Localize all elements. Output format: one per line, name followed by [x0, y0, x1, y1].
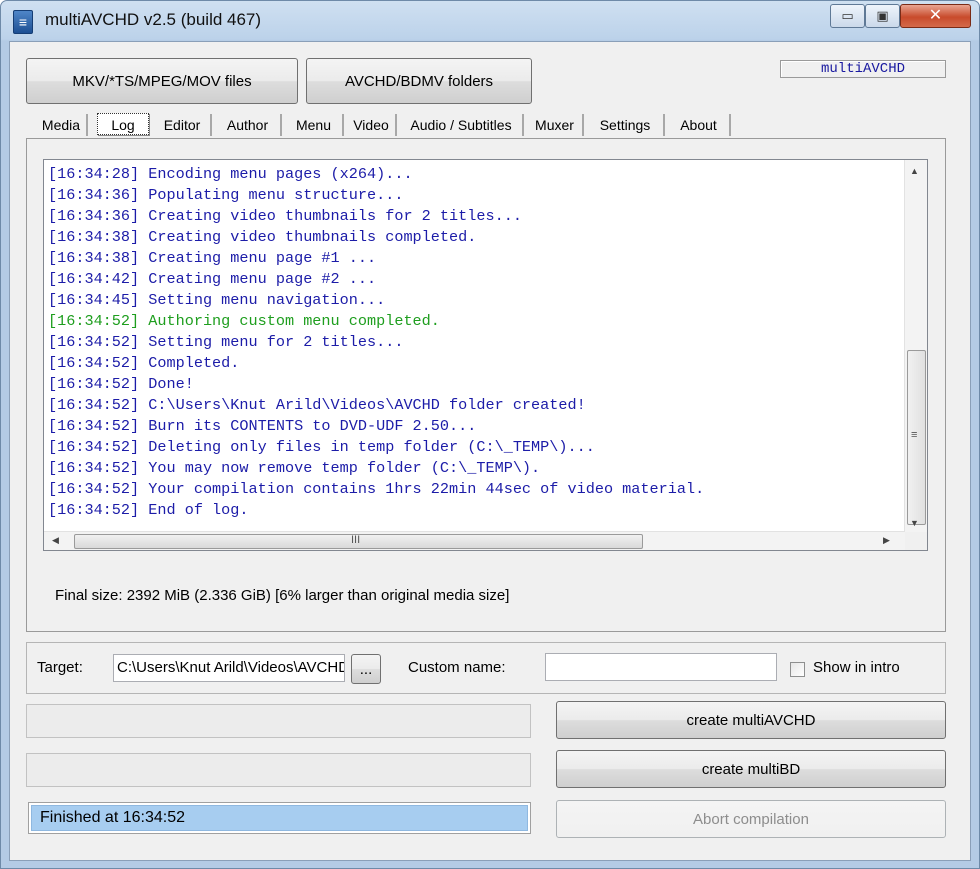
show-in-intro-label: Show in intro [813, 659, 900, 676]
final-size-label: Final size: 2392 MiB (2.336 GiB) [6% lar… [55, 587, 510, 604]
tab-muxer[interactable]: Muxer [527, 114, 584, 136]
log-line: [16:34:38] Creating menu page #1 ... [48, 249, 377, 267]
status-text: Finished at 16:34:52 [31, 805, 528, 831]
horizontal-scroll-thumb[interactable]: III [74, 534, 643, 549]
main-panel: MKV/*TS/MPEG/MOV files AVCHD/BDMV folder… [9, 41, 971, 861]
minimize-button[interactable]: ▭ [830, 4, 865, 28]
log-line: [16:34:52] You may now remove temp folde… [48, 459, 541, 477]
log-line: [16:34:52] Authoring custom menu complet… [48, 312, 440, 330]
tab-about[interactable]: About [668, 114, 731, 136]
log-line: [16:34:42] Creating menu page #2 ... [48, 270, 377, 288]
target-label: Target: [37, 659, 83, 676]
log-line: [16:34:52] C:\Users\Knut Arild\Videos\AV… [48, 396, 586, 414]
app-window: ≡ multiAVCHD v2.5 (build 467) ▭ ▣ ✕ MKV/… [0, 0, 980, 869]
log-line: [16:34:28] Encoding menu pages (x264)... [48, 165, 413, 183]
close-button[interactable]: ✕ [900, 4, 971, 28]
log-line: [16:34:52] End of log. [48, 501, 249, 519]
log-output[interactable]: [16:34:28] Encoding menu pages (x264)...… [43, 159, 928, 551]
log-line: [16:34:52] Completed. [48, 354, 240, 372]
brand-label: multiAVCHD [780, 60, 946, 78]
status-bar: Finished at 16:34:52 [28, 802, 531, 834]
log-line: [16:34:52] Your compilation contains 1hr… [48, 480, 705, 498]
log-panel: [16:34:28] Encoding menu pages (x264)...… [26, 138, 946, 632]
browse-button[interactable]: ... [351, 654, 381, 684]
log-line: [16:34:52] Deleting only files in temp f… [48, 438, 595, 456]
tab-audio-subtitles[interactable]: Audio / Subtitles [400, 114, 524, 136]
horizontal-scrollbar[interactable]: ◀ III ▶ [44, 531, 905, 550]
tab-editor[interactable]: Editor [154, 114, 212, 136]
log-line: [16:34:38] Creating video thumbnails com… [48, 228, 477, 246]
scroll-left-icon[interactable]: ◀ [52, 535, 59, 546]
grip-icon: III [351, 534, 361, 546]
custom-name-input[interactable] [545, 653, 777, 681]
progress-bar-1 [26, 704, 531, 738]
show-in-intro-checkbox[interactable] [790, 662, 805, 677]
tab-media[interactable]: Media [36, 114, 88, 136]
scroll-down-icon[interactable]: ▼ [910, 518, 919, 528]
log-line: [16:34:52] Done! [48, 375, 194, 393]
log-line: [16:34:52] Setting menu for 2 titles... [48, 333, 404, 351]
tab-video[interactable]: Video [347, 114, 397, 136]
progress-bar-2 [26, 753, 531, 787]
app-icon[interactable]: ≡ [13, 10, 33, 34]
log-line: [16:34:52] Burn its CONTENTS to DVD-UDF … [48, 417, 477, 435]
tab-author[interactable]: Author [215, 114, 282, 136]
grip-icon: ≡ [911, 429, 918, 441]
create-multibd-button[interactable]: create multiBD [556, 750, 946, 788]
add-files-button[interactable]: MKV/*TS/MPEG/MOV files [26, 58, 298, 104]
add-folders-button[interactable]: AVCHD/BDMV folders [306, 58, 532, 104]
title-bar[interactable]: ≡ multiAVCHD v2.5 (build 467) ▭ ▣ ✕ [1, 1, 979, 41]
scroll-up-icon[interactable]: ▲ [910, 166, 919, 176]
log-lines: [16:34:28] Encoding menu pages (x264)...… [48, 164, 898, 521]
vertical-scrollbar[interactable]: ▲ ≡ ▼ [904, 160, 927, 532]
log-line: [16:34:36] Populating menu structure... [48, 186, 404, 204]
vertical-scroll-thumb[interactable]: ≡ [907, 350, 926, 525]
log-line: [16:34:36] Creating video thumbnails for… [48, 207, 522, 225]
scroll-right-icon[interactable]: ▶ [883, 535, 890, 546]
custom-name-label: Custom name: [408, 659, 506, 676]
scrollbar-corner [905, 532, 927, 550]
log-line: [16:34:45] Setting menu navigation... [48, 291, 386, 309]
abort-compilation-button[interactable]: Abort compilation [556, 800, 946, 838]
window-title: multiAVCHD v2.5 (build 467) [45, 10, 262, 29]
target-group: Target: C:\Users\Knut Arild\Videos\AVCHD… [26, 642, 946, 694]
tab-log[interactable]: Log [97, 113, 149, 135]
tab-menu[interactable]: Menu [285, 114, 344, 136]
maximize-button[interactable]: ▣ [865, 4, 900, 28]
create-multiavchd-button[interactable]: create multiAVCHD [556, 701, 946, 739]
target-path-input[interactable]: C:\Users\Knut Arild\Videos\AVCHD [113, 654, 345, 682]
tab-settings[interactable]: Settings [587, 114, 665, 136]
